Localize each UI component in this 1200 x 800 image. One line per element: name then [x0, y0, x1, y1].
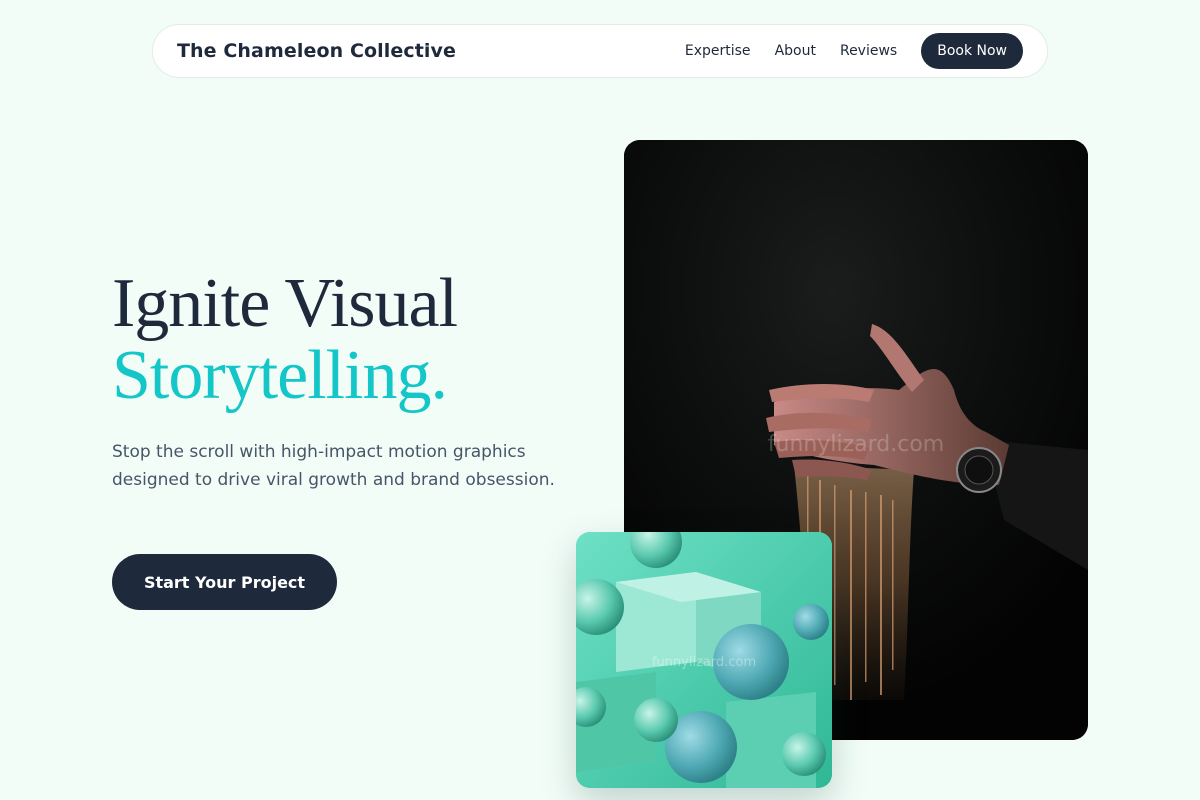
hero-title: Ignite Visual Storytelling. — [112, 265, 458, 414]
nav-links: Expertise About Reviews Book Now — [685, 33, 1023, 69]
nav-link-expertise[interactable]: Expertise — [685, 43, 751, 59]
hero-subtitle: Stop the scroll with high-impact motion … — [112, 442, 555, 490]
top-navbar: The Chameleon Collective Expertise About… — [152, 24, 1048, 78]
hero-title-line1: Ignite Visual — [112, 265, 458, 342]
main-photo-watermark: funnylizard.com — [768, 432, 944, 457]
brand-logo-text[interactable]: The Chameleon Collective — [177, 40, 456, 62]
start-project-button[interactable]: Start Your Project — [112, 554, 337, 610]
book-now-button[interactable]: Book Now — [921, 33, 1023, 69]
nav-link-reviews[interactable]: Reviews — [840, 43, 897, 59]
hero-title-line2-accent: Storytelling. — [112, 337, 448, 414]
small-photo-watermark: funnylizard.com — [652, 655, 756, 670]
nav-link-about[interactable]: About — [775, 43, 816, 59]
abstract-3d-image: funnylizard.com — [576, 532, 832, 788]
abstract-3d-shapes-photo: funnylizard.com — [576, 532, 832, 788]
